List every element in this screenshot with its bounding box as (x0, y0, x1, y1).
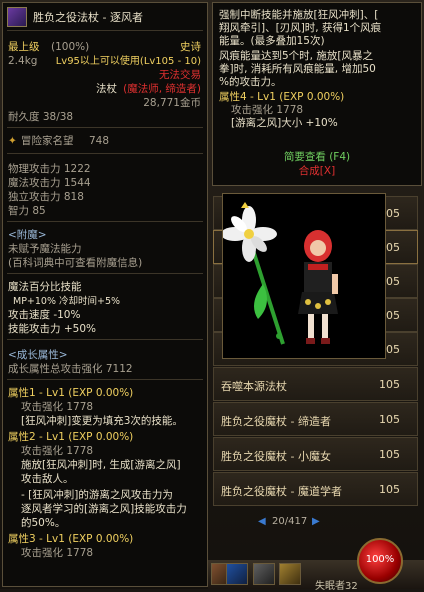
stat-line: 智力 85 (8, 205, 46, 217)
skill-slot-icon[interactable] (279, 563, 301, 585)
enchant-line: (百科词典中可查看附魔信息) (8, 257, 143, 269)
skill-slot-icon[interactable] (226, 563, 248, 585)
item-name: 胜负之役魔杖 - 魔道学者 (221, 485, 342, 498)
character-preview (221, 193, 386, 359)
item-name: 吞噬本源法杖 (221, 380, 287, 393)
divider (7, 273, 203, 274)
item-type: 法杖 (96, 83, 117, 95)
attr1-desc: [狂风冲刺]变更为填充3次的技能。 (21, 415, 183, 427)
attr2-header: 属性2 - Lv1 (EXP 0.00%) (8, 431, 134, 443)
magic-line: MP+10% 冷却时间+5% (13, 296, 121, 307)
attr2-desc: 攻击敌人。 (21, 473, 74, 485)
attr2-desc: - [狂风冲刺]的游离之风攻击力为 (21, 489, 173, 501)
rarity-pct: (100%) (51, 41, 90, 53)
item-level: 105 (379, 448, 400, 461)
growth-total: 成长属性总攻击强化 7112 (8, 363, 133, 375)
desc-line: 拳]时, 消耗所有风痕能量, 增加50 (219, 63, 376, 75)
item-level: 105 (379, 378, 400, 391)
item-name: 胜负之役魔杖 - 小魔女 (221, 450, 331, 463)
list-item[interactable]: 胜负之役魔杖 - 魔道学者 105 (213, 472, 418, 506)
attr3-sub: 攻击强化 1778 (21, 547, 94, 559)
divider (7, 127, 203, 128)
item-name: 胜负之役魔杖 - 缔造者 (221, 415, 331, 428)
adventure-label: 冒险家名望 (21, 135, 74, 147)
brief-view-button[interactable]: 简要查看 (F4) (213, 149, 421, 164)
character-name: 失眠者32 (315, 581, 358, 592)
grade-label: 史诗 (180, 41, 201, 53)
trade-status: 无法交易 (159, 69, 201, 81)
enchant-header: <附魔> (8, 229, 47, 241)
item-tooltip: 胜负之役法杖 - 逐风者 最上级 (100%) 史诗 2.4kg Lv95以上可… (2, 2, 208, 587)
attr4-sub: 攻击强化 1778 (231, 104, 304, 116)
desc-line: %的攻击力。 (219, 76, 282, 88)
stat-line: 魔法攻击力 1544 (8, 177, 91, 189)
hp-value: 100% (365, 554, 395, 565)
stat-line: 物理攻击力 1222 (8, 163, 91, 175)
adventure-value: 748 (89, 135, 110, 147)
desc-line: 强制中断技能并施放[狂风冲刺]、[ (219, 9, 379, 21)
character-preview-image (221, 202, 338, 345)
item-level: 105 (379, 413, 400, 426)
desc-line: 翔风牵引]、[刃风]时, 获得1个风痕 (219, 22, 382, 34)
divider (7, 379, 203, 380)
prev-page-icon[interactable]: ◀ (258, 516, 266, 527)
magic-line: 攻击速度 -10% (8, 309, 81, 321)
divider (7, 30, 203, 31)
attr4-header: 属性4 - Lv1 (EXP 0.00%) (219, 91, 345, 103)
skill-slot-icon[interactable] (253, 563, 275, 585)
weight: 2.4kg (8, 55, 38, 67)
divider (7, 339, 203, 340)
attr4-desc: [游离之风]大小 +10% (231, 117, 338, 129)
rarity-label: 最上级 (8, 41, 40, 53)
attr2-desc: 逐风者学习的[游离之风]技能攻击力 (21, 503, 187, 515)
page-indicator: 20/417 (272, 516, 308, 527)
attr2-desc: 的50%。 (21, 517, 66, 529)
divider (7, 153, 203, 154)
item-class: (魔法师, 缔造者) (123, 83, 201, 95)
item-price: 28,771金币 (143, 97, 201, 109)
divider (7, 221, 203, 222)
attr2-desc: 施放[狂风冲刺]时, 生成[游离之风] (21, 459, 181, 471)
tooltip-continuation: 强制中断技能并施放[狂风冲刺]、[ 翔风牵引]、[刃风]时, 获得1个风痕 能量… (212, 2, 422, 186)
item-level: 105 (379, 483, 400, 496)
adventure-icon: ✦ (8, 135, 17, 147)
attr1-header: 属性1 - Lv1 (EXP 0.00%) (8, 387, 134, 399)
stat-line: 独立攻击力 818 (8, 191, 84, 203)
magic-line: 技能攻击力 +50% (8, 323, 96, 335)
magic-line: 魔法百分比技能 (8, 281, 82, 293)
desc-line: 能量。(最多叠加15次) (219, 35, 325, 47)
weapon-icon (7, 7, 27, 27)
enchant-line: 未赋予魔法能力 (8, 243, 82, 255)
attr3-header: 属性3 - Lv1 (EXP 0.00%) (8, 533, 134, 545)
list-item[interactable]: 吞噬本源法杖 105 (213, 367, 418, 401)
list-item[interactable]: 胜负之役魔杖 - 缔造者 105 (213, 402, 418, 436)
attr2-sub: 攻击强化 1778 (21, 445, 94, 457)
next-page-icon[interactable]: ▶ (312, 516, 320, 527)
durability: 耐久度 38/38 (8, 111, 74, 123)
list-item[interactable]: 胜负之役魔杖 - 小魔女 105 (213, 437, 418, 471)
hp-orb: 100% (357, 538, 403, 584)
attr1-sub: 攻击强化 1778 (21, 401, 94, 413)
item-title: 胜负之役法杖 - 逐风者 (33, 11, 143, 24)
desc-line: 风痕能量达到5个时, 施放[风暴之 (219, 50, 373, 62)
compose-button[interactable]: 合成[X] (213, 163, 421, 178)
level-req: Lv95以上可以使用(Lv105 - 10) (55, 56, 201, 67)
growth-header: <成长属性> (8, 349, 68, 361)
